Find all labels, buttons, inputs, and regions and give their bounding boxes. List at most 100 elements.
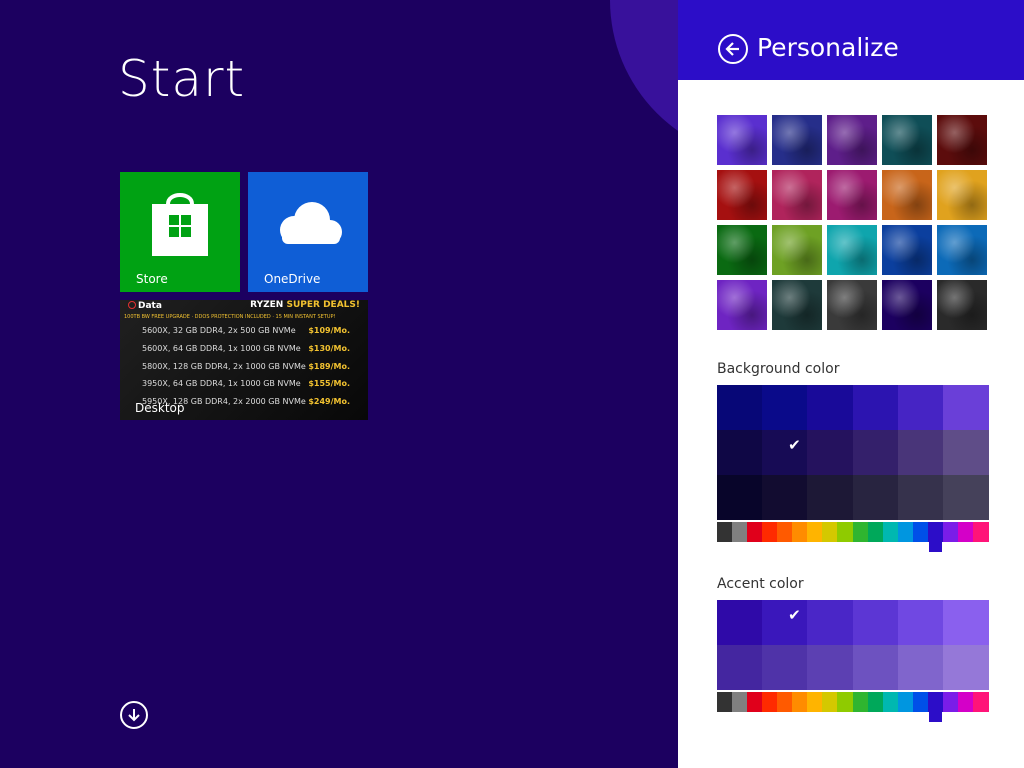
- color-swatch[interactable]: [942, 645, 989, 690]
- hue-segment[interactable]: [957, 522, 974, 542]
- desktop-tile[interactable]: Data RYZEN SUPER DEALS! 100TB BW FREE UP…: [120, 300, 368, 420]
- checkmark-icon: ✔: [788, 436, 801, 454]
- onedrive-tile-label: OneDrive: [264, 272, 321, 286]
- background-hue-slider[interactable]: [717, 522, 989, 552]
- pattern-thumbnail[interactable]: [772, 170, 822, 220]
- store-tile[interactable]: Store: [120, 172, 240, 292]
- background-color-label: Background color: [717, 361, 840, 377]
- color-swatch[interactable]: [852, 600, 899, 645]
- color-swatch[interactable]: [897, 430, 944, 475]
- hue-segment[interactable]: [882, 692, 899, 712]
- ad-row-spec: 5600X, 64 GB DDR4, 1x 1000 GB NVMe: [142, 344, 301, 353]
- pattern-thumbnail[interactable]: [827, 115, 877, 165]
- pattern-thumbnail[interactable]: [937, 115, 987, 165]
- pattern-thumbnail[interactable]: [937, 280, 987, 330]
- hue-segment[interactable]: [897, 522, 914, 542]
- pattern-thumbnail[interactable]: [772, 115, 822, 165]
- pattern-thumbnail[interactable]: [717, 115, 767, 165]
- pattern-thumbnail[interactable]: [882, 115, 932, 165]
- onedrive-tile[interactable]: OneDrive: [248, 172, 368, 292]
- hue-segment[interactable]: [732, 522, 749, 542]
- hue-slider-thumb[interactable]: [928, 522, 942, 552]
- color-swatch[interactable]: ✔: [762, 600, 809, 645]
- color-swatch[interactable]: [807, 475, 854, 520]
- color-swatch[interactable]: [852, 475, 899, 520]
- color-swatch[interactable]: [897, 475, 944, 520]
- color-swatch[interactable]: ✔: [762, 430, 809, 475]
- color-swatch[interactable]: [717, 385, 763, 430]
- color-swatch[interactable]: [762, 475, 809, 520]
- color-swatch[interactable]: [897, 645, 944, 690]
- hue-segment[interactable]: [837, 692, 854, 712]
- hue-segment[interactable]: [852, 522, 869, 542]
- hue-segment[interactable]: [957, 692, 974, 712]
- pattern-thumbnail[interactable]: [882, 170, 932, 220]
- hue-segment[interactable]: [747, 522, 764, 542]
- hue-segment[interactable]: [822, 692, 839, 712]
- color-swatch[interactable]: [717, 600, 763, 645]
- hue-segment[interactable]: [732, 692, 749, 712]
- all-apps-button[interactable]: [120, 701, 148, 729]
- hue-segment[interactable]: [867, 522, 884, 542]
- hue-segment[interactable]: [912, 522, 929, 542]
- hue-segment[interactable]: [852, 692, 869, 712]
- color-swatch[interactable]: [807, 600, 854, 645]
- accent-hue-slider[interactable]: [717, 692, 989, 722]
- hue-segment[interactable]: [897, 692, 914, 712]
- pattern-thumbnail[interactable]: [827, 170, 877, 220]
- pattern-thumbnail[interactable]: [827, 225, 877, 275]
- hue-segment[interactable]: [972, 522, 989, 542]
- hue-segment[interactable]: [807, 692, 824, 712]
- color-swatch[interactable]: [717, 645, 763, 690]
- ad-row-price: $130/Mo.: [308, 344, 350, 353]
- color-swatch[interactable]: [942, 600, 989, 645]
- hue-segment[interactable]: [762, 522, 779, 542]
- ad-row: 3950X, 64 GB DDR4, 1x 1000 GB NVMe $155/M…: [142, 379, 350, 395]
- color-swatch[interactable]: [717, 430, 763, 475]
- pattern-thumbnail[interactable]: [717, 280, 767, 330]
- pattern-thumbnail[interactable]: [937, 225, 987, 275]
- color-swatch[interactable]: [852, 385, 899, 430]
- hue-segment[interactable]: [882, 522, 899, 542]
- hue-segment[interactable]: [777, 692, 794, 712]
- pattern-thumbnail[interactable]: [882, 225, 932, 275]
- color-swatch[interactable]: [897, 385, 944, 430]
- hue-slider-thumb[interactable]: [928, 692, 942, 722]
- hue-segment[interactable]: [717, 522, 733, 542]
- hue-segment[interactable]: [942, 692, 959, 712]
- hue-segment[interactable]: [822, 522, 839, 542]
- hue-segment[interactable]: [942, 522, 959, 542]
- pattern-thumbnail[interactable]: [827, 280, 877, 330]
- pattern-thumbnail[interactable]: [772, 280, 822, 330]
- pattern-thumbnail[interactable]: [717, 225, 767, 275]
- color-swatch[interactable]: [852, 645, 899, 690]
- pattern-thumbnail[interactable]: [772, 225, 822, 275]
- color-swatch[interactable]: [897, 600, 944, 645]
- hue-segment[interactable]: [972, 692, 989, 712]
- hue-segment[interactable]: [837, 522, 854, 542]
- pattern-thumbnail[interactable]: [937, 170, 987, 220]
- pattern-thumbnail[interactable]: [882, 280, 932, 330]
- color-swatch[interactable]: [942, 430, 989, 475]
- color-swatch[interactable]: [762, 385, 809, 430]
- color-swatch[interactable]: [762, 645, 809, 690]
- color-swatch[interactable]: [942, 475, 989, 520]
- color-swatch[interactable]: [807, 385, 854, 430]
- ad-row-price: $249/Mo.: [308, 397, 350, 406]
- hue-segment[interactable]: [777, 522, 794, 542]
- color-swatch[interactable]: [807, 430, 854, 475]
- hue-segment[interactable]: [807, 522, 824, 542]
- color-swatch[interactable]: [717, 475, 763, 520]
- hue-segment[interactable]: [912, 692, 929, 712]
- pattern-thumbnail[interactable]: [717, 170, 767, 220]
- hue-segment[interactable]: [792, 692, 809, 712]
- hue-segment[interactable]: [867, 692, 884, 712]
- hue-segment[interactable]: [717, 692, 733, 712]
- color-swatch[interactable]: [942, 385, 989, 430]
- hue-segment[interactable]: [792, 522, 809, 542]
- hue-segment[interactable]: [747, 692, 764, 712]
- color-swatch[interactable]: [807, 645, 854, 690]
- back-button[interactable]: [718, 34, 748, 64]
- hue-segment[interactable]: [762, 692, 779, 712]
- color-swatch[interactable]: [852, 430, 899, 475]
